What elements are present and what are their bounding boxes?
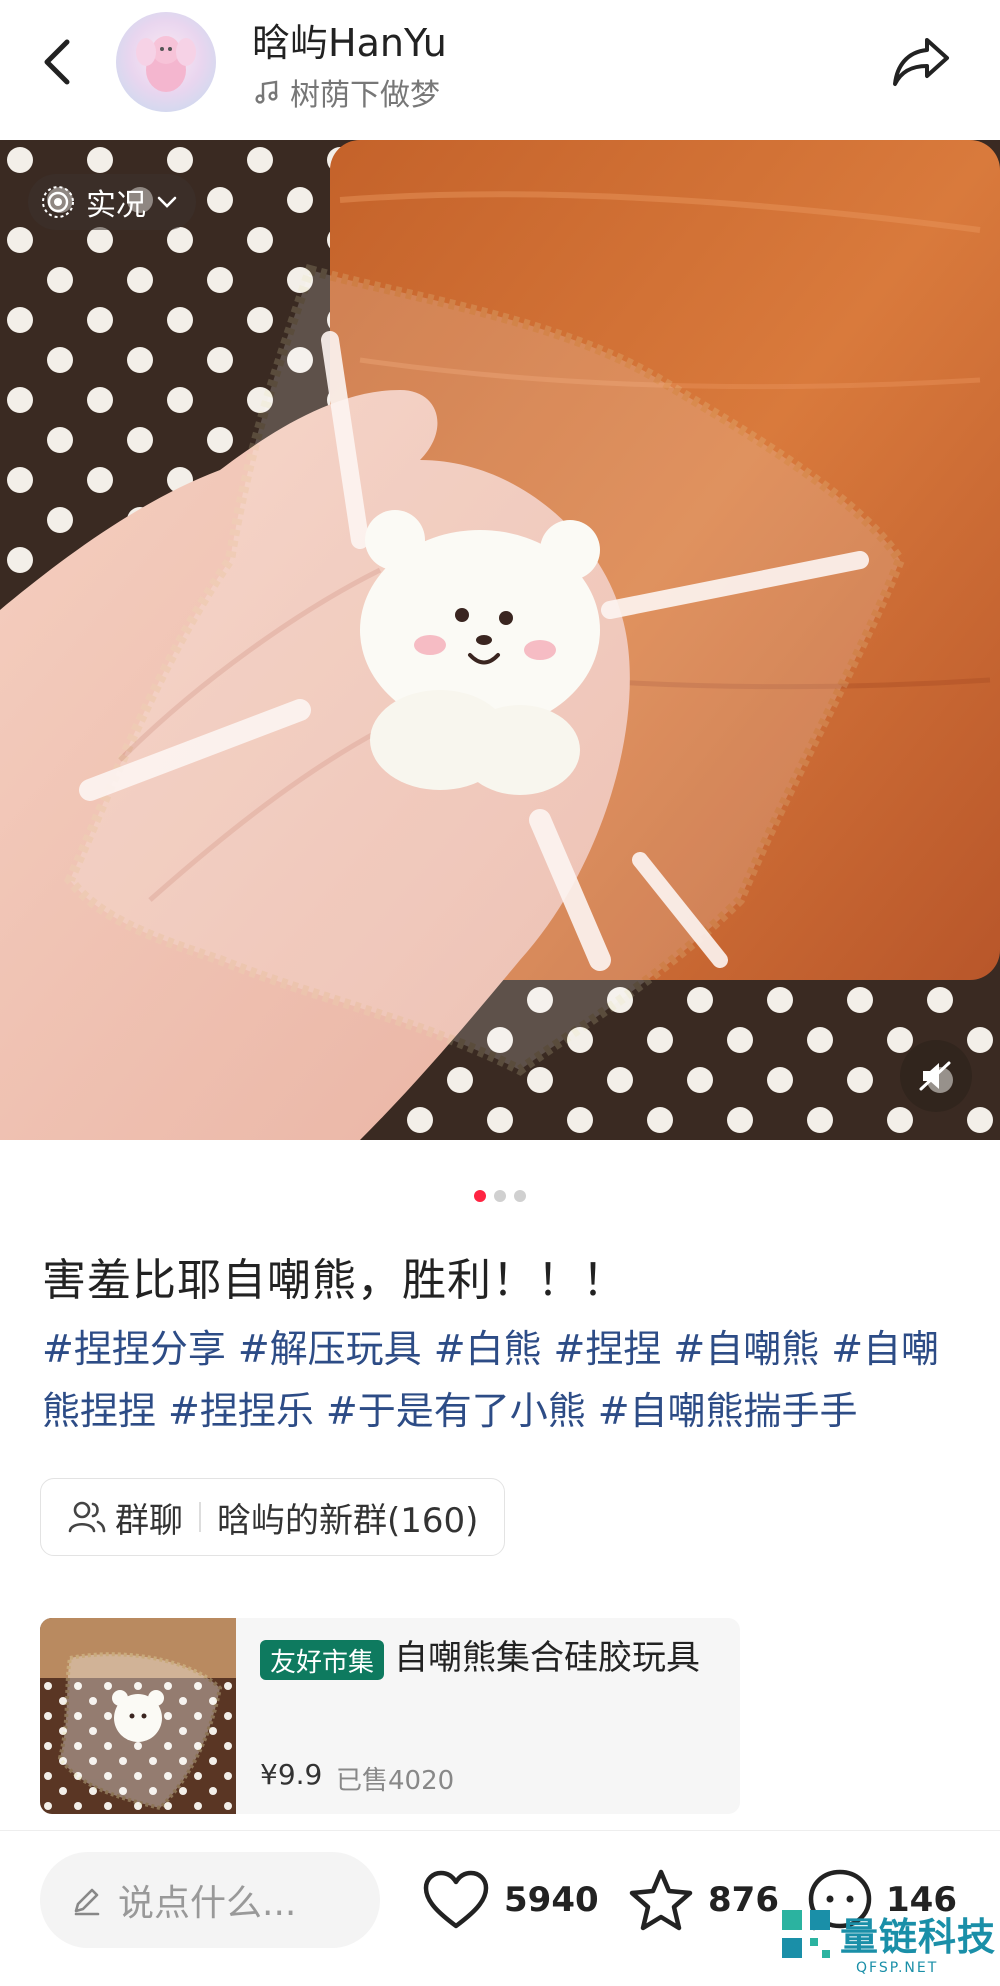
live-photo-icon (42, 186, 74, 218)
hashtag[interactable]: #捏捏 (554, 1327, 662, 1371)
live-photo-label: 实况 (86, 188, 146, 223)
product-card[interactable]: 自嘲熊集合硅胶玩具 友好市集 ¥9.9 已售4020 (40, 1618, 740, 1814)
hashtag[interactable]: #于是有了小熊 (326, 1389, 586, 1433)
group-icon (68, 1501, 106, 1533)
collect-button[interactable]: 876 (626, 1864, 779, 1936)
hashtag-list: #捏捏分享 #解压玩具 #白熊 #捏捏 #自嘲熊 #自嘲熊捏捏 #捏捏乐 #于是有了小熊 #自嘲… (42, 1318, 972, 1442)
mute-button[interactable] (900, 1040, 972, 1112)
speaker-muted-icon (919, 1061, 951, 1091)
share-icon (893, 38, 949, 86)
pager-dot (494, 1190, 506, 1202)
hashtag[interactable]: #解压玩具 (238, 1327, 422, 1371)
comment-placeholder: 说点什么... (118, 1883, 297, 1924)
back-button[interactable] (34, 34, 78, 90)
hashtag[interactable]: #捏捏分享 (42, 1327, 226, 1371)
music-note-icon (255, 80, 278, 104)
hashtag[interactable]: #白熊 (434, 1327, 542, 1371)
hashtag[interactable]: #自嘲熊揣手手 (598, 1389, 858, 1433)
pager-dot-active (474, 1190, 486, 1202)
image-pager (0, 1190, 1000, 1202)
pencil-icon (74, 1888, 100, 1916)
product-sold-count: 已售4020 (336, 1766, 455, 1796)
watermark: 量链科技 QFSP.NET (778, 1906, 998, 1986)
chevron-left-icon (44, 39, 70, 85)
divider (0, 1830, 1000, 1831)
group-chat-name: 晗屿的新群(160) (217, 1500, 479, 1541)
watermark-subtitle: QFSP.NET (856, 1960, 939, 1976)
like-button[interactable]: 5940 (420, 1864, 599, 1936)
pager-dot (514, 1190, 526, 1202)
post-image[interactable]: 实况 (0, 140, 1000, 1140)
watermark-logo (782, 1910, 830, 1958)
music-title: 树荫下做梦 (290, 78, 440, 113)
watermark-title: 量链科技 (840, 1915, 997, 1959)
star-icon (629, 1869, 693, 1931)
comment-input[interactable]: 说点什么... (40, 1852, 380, 1948)
music-info[interactable]: 树荫下做梦 (254, 70, 440, 114)
hashtag[interactable]: #捏捏乐 (168, 1389, 314, 1433)
avatar[interactable] (116, 12, 216, 112)
market-badge: 友好市集 (260, 1640, 385, 1680)
author-name[interactable]: 晗屿HanYu (252, 12, 447, 67)
divider (199, 1502, 201, 1532)
chevron-down-icon (157, 196, 177, 208)
hashtag[interactable]: #自嘲熊 (673, 1327, 819, 1371)
product-price: ¥9.9 (260, 1758, 323, 1791)
share-button[interactable] (886, 30, 956, 94)
group-chat-link[interactable]: 群聊 晗屿的新群(160) (40, 1478, 506, 1556)
collect-count: 876 (708, 1880, 779, 1920)
top-bar: 晗屿HanYu 树荫下做梦 (0, 0, 1000, 140)
product-thumbnail (40, 1618, 236, 1814)
live-photo-badge[interactable]: 实况 (28, 174, 196, 230)
heart-icon (423, 1870, 489, 1929)
post-title: 害羞比耶自嘲熊，胜利！！！ (42, 1255, 627, 1306)
like-count: 5940 (504, 1880, 599, 1920)
group-chat-label: 群聊 (115, 1500, 183, 1541)
